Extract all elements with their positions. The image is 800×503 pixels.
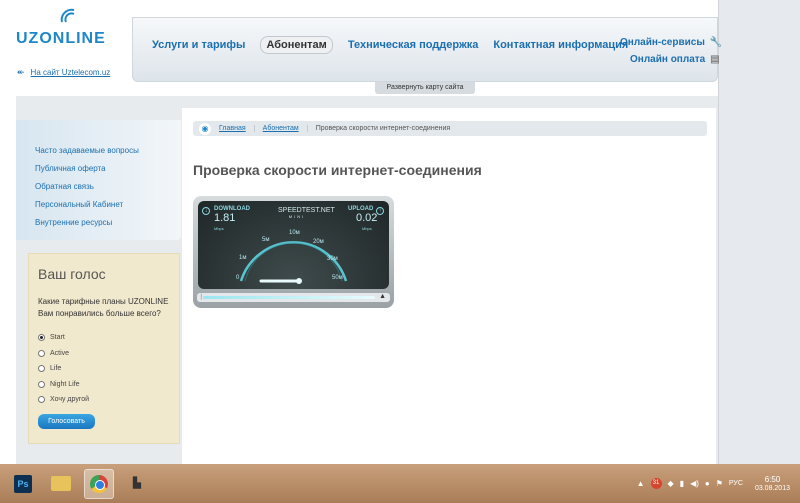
poll-option-label: Night Life <box>50 380 80 388</box>
system-tray: ▲ 31 ◆ ▮ ◀) ● ⚑ РУС 6:50 03.08.2013 <box>637 464 800 503</box>
breadcrumb-home[interactable]: Главная <box>219 125 255 132</box>
upload-unit: Mbps <box>362 226 372 231</box>
upload-value: 0.02 <box>356 212 378 224</box>
poll-option-active[interactable]: Active <box>38 346 170 362</box>
download-unit: Mbps <box>214 226 224 231</box>
sidebar-item-faq[interactable]: Часто задаваемые вопросы <box>16 142 181 160</box>
sidebar-item-internal-resources[interactable]: Внутренние ресурсы <box>16 214 181 232</box>
breadcrumb-current: Проверка скорости интернет-соединения <box>315 125 451 132</box>
upload-arrow-icon: ↑ <box>376 207 384 215</box>
vote-button[interactable]: Голосовать <box>38 413 95 429</box>
speedtest-progress-fill <box>203 296 375 299</box>
poll-option-label: Хочу другой <box>50 396 90 404</box>
language-indicator[interactable]: РУС <box>729 480 743 487</box>
poll-option-label: Active <box>50 349 70 357</box>
speedtest-widget: ↓ DOWNLOAD 1.81 Mbps SPEEDTEST.NET MINI … <box>193 196 394 308</box>
home-signal-icon: ◉ <box>199 122 211 135</box>
radio[interactable] <box>38 396 45 404</box>
tray-arrow-icon[interactable]: ▲ <box>637 479 645 488</box>
sidebar-item-feedback[interactable]: Обратная связь <box>16 178 181 196</box>
logo-signal-icon <box>60 8 75 23</box>
clock-time: 6:50 <box>764 474 781 484</box>
windows-taskbar: Ps ▙ ▲ 31 ◆ ▮ ◀) ● ⚑ РУС 6:50 03.08.2013 <box>0 464 800 503</box>
sidebar-item-public-offer[interactable]: Публичная оферта <box>16 160 181 178</box>
gauge-tick-50m: 50м <box>332 275 343 281</box>
taskbar-world-of-tanks[interactable]: ▙ <box>122 469 152 499</box>
main-nav: Услуги и тарифы Абонентам Техническая по… <box>152 36 643 54</box>
radio[interactable] <box>38 365 45 373</box>
page-title: Проверка скорости интернет-соединения <box>193 162 482 178</box>
taskbar-chrome[interactable] <box>84 468 114 499</box>
gauge-tick-10m: 10м <box>289 230 300 236</box>
online-payment-label: Онлайн оплата <box>630 54 706 65</box>
tray-app-icon[interactable]: ◆ <box>668 479 674 488</box>
tray-badge-icon[interactable]: 31 <box>650 478 662 489</box>
sidebar-menu: Часто задаваемые вопросы Публичная оферт… <box>16 120 181 240</box>
poll-option-other[interactable]: Хочу другой <box>38 392 170 408</box>
online-services-link[interactable]: Онлайн-сервисы 🔧 <box>620 37 722 48</box>
wrench-icon: 🔧 <box>709 37 723 48</box>
poll-option-label: Start <box>50 334 65 342</box>
progress-end-icon: ▲ <box>379 293 386 300</box>
download-arrow-icon: ↓ <box>202 207 210 215</box>
page-right-margin <box>718 0 800 464</box>
taskbar-photoshop[interactable]: Ps <box>8 469 38 499</box>
gauge-tick-5m: 5м <box>262 237 270 243</box>
folder-icon <box>51 476 71 491</box>
sidebar-item-personal-cabinet[interactable]: Персональный Кабинет <box>16 196 181 214</box>
photoshop-icon: Ps <box>14 474 32 493</box>
poll-option-label: Life <box>50 365 62 373</box>
flag-icon[interactable]: ⚑ <box>716 479 723 488</box>
radio[interactable] <box>38 349 45 357</box>
sitemap-button[interactable]: Развернуть карту сайта <box>375 82 475 94</box>
gauge-tick-1m: 1м <box>239 255 247 261</box>
clock[interactable]: 6:50 03.08.2013 <box>755 475 790 493</box>
nav-subscribers[interactable]: Абонентам <box>260 36 333 54</box>
back-to-uztelecom-link[interactable]: ↞ На сайт Uztelecom.uz <box>17 67 110 78</box>
breadcrumb-subscribers[interactable]: Абонентам <box>255 125 308 132</box>
nav-tech-support[interactable]: Техническая поддержка <box>348 39 479 51</box>
online-payment-link[interactable]: Онлайн оплата ▤ <box>630 54 720 65</box>
tray-status-icon[interactable]: ● <box>705 479 710 488</box>
poll-option-start[interactable]: Start <box>38 330 170 346</box>
poll-box: Ваш голос Какие тарифные планы UZONLINE … <box>28 253 180 444</box>
radio-selected[interactable] <box>38 334 45 342</box>
back-link-label: На сайт Uztelecom.uz <box>30 68 111 77</box>
poll-option-life[interactable]: Life <box>38 361 170 377</box>
gauge-tick-30m: 30м <box>327 256 338 262</box>
clock-date: 03.08.2013 <box>754 484 790 492</box>
speedtest-progress-bar: ᛁ ▲ <box>197 293 390 302</box>
nav-services-tariffs[interactable]: Услуги и тарифы <box>152 39 245 51</box>
back-arrow-icon: ↞ <box>17 67 25 77</box>
gauge-tick-0: 0 <box>236 275 240 281</box>
breadcrumb: ◉ Главная Абонентам Проверка скорости ин… <box>193 121 707 136</box>
chrome-icon <box>90 474 108 493</box>
volume-icon[interactable]: ◀) <box>690 479 699 488</box>
card-icon: ▤ <box>710 54 720 65</box>
network-icon[interactable]: ▮ <box>680 479 684 488</box>
browser-window: UZONLINE ↞ На сайт Uztelecom.uz Услуги и… <box>0 0 800 503</box>
poll-question: Какие тарифные планы UZONLINE Вам понрав… <box>38 297 169 318</box>
online-services-label: Онлайн-сервисы <box>620 37 705 48</box>
tank-icon: ▙ <box>133 478 141 489</box>
site-logo[interactable]: UZONLINE <box>16 30 106 48</box>
nav-contacts[interactable]: Контактная информация <box>493 39 628 51</box>
poll-option-night-life[interactable]: Night Life <box>38 377 170 393</box>
speedtest-panel: ↓ DOWNLOAD 1.81 Mbps SPEEDTEST.NET MINI … <box>198 201 389 289</box>
radio[interactable] <box>38 380 45 388</box>
taskbar-explorer[interactable] <box>46 469 76 499</box>
gauge-tick-20m: 20м <box>313 239 324 245</box>
poll-title: Ваш голос <box>38 266 106 282</box>
